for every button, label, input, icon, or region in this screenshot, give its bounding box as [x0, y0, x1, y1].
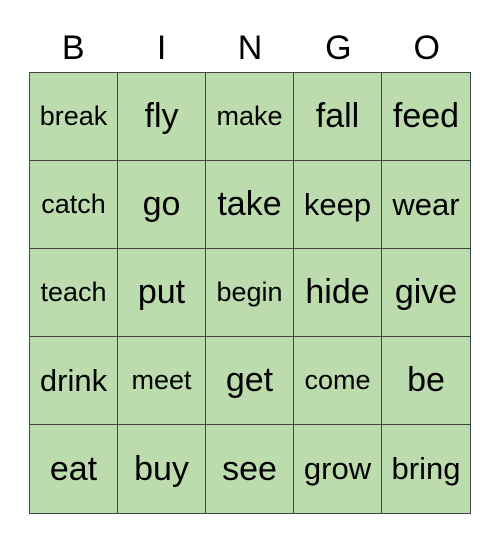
- cell-word: bring: [391, 451, 461, 486]
- header-letter-o: O: [413, 29, 440, 67]
- cell-word: come: [304, 365, 371, 395]
- cell-word: feed: [392, 97, 460, 135]
- cell-word: meet: [131, 365, 192, 395]
- cell-word: buy: [134, 449, 189, 488]
- bingo-cell[interactable]: keep: [294, 161, 382, 249]
- bingo-cell[interactable]: put: [118, 249, 206, 337]
- cell-word: eat: [49, 449, 98, 488]
- cell-word: give: [394, 273, 458, 311]
- bingo-cell[interactable]: begin: [206, 249, 294, 337]
- header-letter-n: N: [237, 29, 263, 67]
- bingo-cell[interactable]: come: [294, 337, 382, 425]
- bingo-cell[interactable]: drink: [30, 337, 118, 425]
- bingo-cell[interactable]: be: [382, 337, 470, 425]
- bingo-cell[interactable]: hide: [294, 249, 382, 337]
- bingo-cell[interactable]: take: [206, 161, 294, 249]
- cell-word: catch: [41, 189, 106, 219]
- bingo-cell[interactable]: buy: [118, 425, 206, 513]
- bingo-cell[interactable]: see: [206, 425, 294, 513]
- cell-word: put: [137, 273, 186, 311]
- bingo-header: B I N G O: [29, 24, 471, 72]
- bingo-cell[interactable]: break: [30, 73, 118, 161]
- cell-word: grow: [303, 451, 372, 486]
- cell-word: drink: [39, 362, 108, 398]
- bingo-cell[interactable]: give: [382, 249, 470, 337]
- header-letter-b: B: [61, 29, 85, 67]
- cell-word: begin: [216, 277, 283, 307]
- bingo-cell[interactable]: make: [206, 73, 294, 161]
- cell-word: go: [142, 185, 181, 223]
- cell-word: teach: [40, 277, 107, 307]
- bingo-cell[interactable]: bring: [382, 425, 470, 513]
- bingo-cell[interactable]: eat: [30, 425, 118, 513]
- cell-word: wear: [392, 186, 460, 222]
- bingo-cell[interactable]: grow: [294, 425, 382, 513]
- cell-word: take: [217, 185, 282, 223]
- bingo-cell[interactable]: feed: [382, 73, 470, 161]
- header-letter-i: I: [156, 29, 167, 67]
- bingo-cell[interactable]: teach: [30, 249, 118, 337]
- header-letter-g: G: [325, 29, 352, 67]
- bingo-cell[interactable]: meet: [118, 337, 206, 425]
- bingo-board: break fly make fall feed catch go take k…: [29, 72, 471, 514]
- cell-word: make: [216, 101, 283, 131]
- bingo-cell[interactable]: go: [118, 161, 206, 249]
- cell-word: hide: [305, 273, 370, 311]
- cell-word: see: [222, 449, 277, 488]
- bingo-cell[interactable]: fall: [294, 73, 382, 161]
- bingo-cell[interactable]: get: [206, 337, 294, 425]
- cell-word: be: [407, 361, 445, 399]
- cell-word: keep: [303, 186, 372, 222]
- cell-word: break: [39, 101, 108, 131]
- bingo-cell[interactable]: fly: [118, 73, 206, 161]
- bingo-cell[interactable]: catch: [30, 161, 118, 249]
- cell-word: fly: [144, 97, 179, 135]
- cell-word: get: [225, 361, 274, 399]
- bingo-cell[interactable]: wear: [382, 161, 470, 249]
- cell-word: fall: [315, 97, 360, 135]
